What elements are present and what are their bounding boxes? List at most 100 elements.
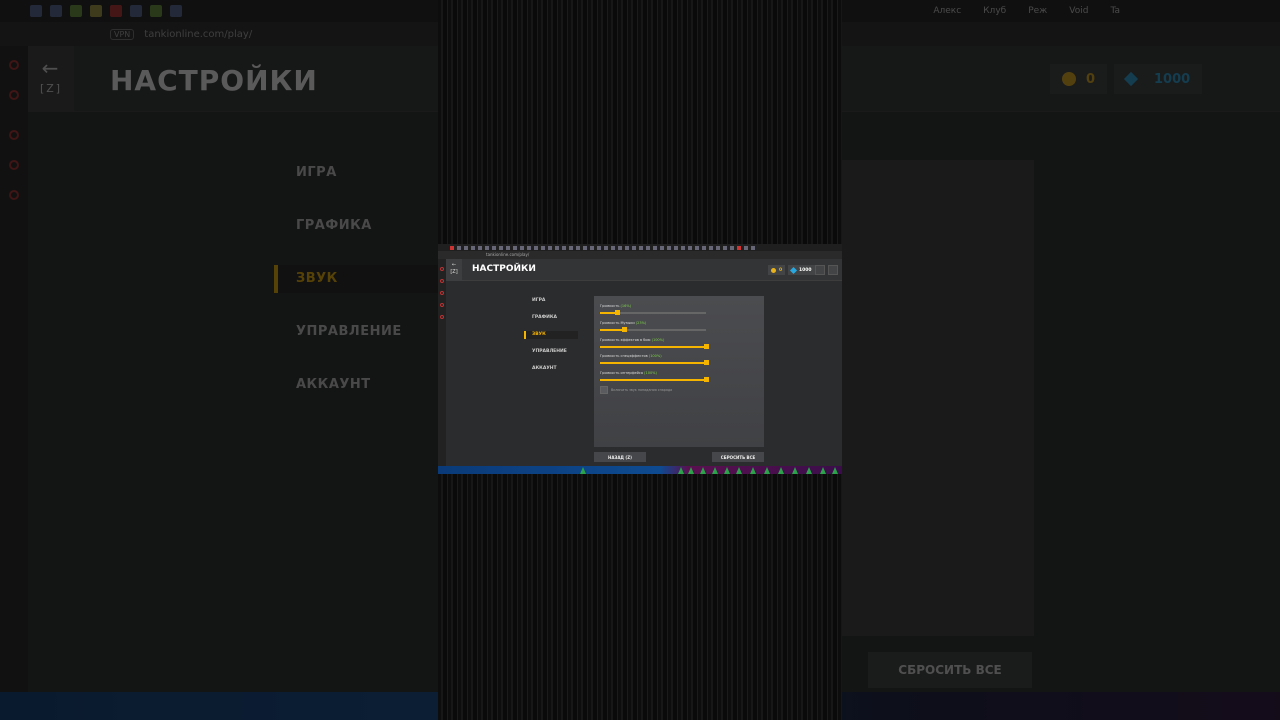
slider-percent: (100%) — [651, 338, 665, 342]
browser-sidebar — [0, 46, 28, 692]
slider-knob[interactable] — [704, 377, 709, 382]
back-z-button[interactable]: НАЗАД (Z) — [594, 452, 646, 462]
reset-all-button[interactable]: СБРОСИТЬ ВСЕ — [868, 652, 1032, 688]
active-menu-indicator — [274, 265, 278, 293]
menu-item-account[interactable]: АККАУНТ — [296, 377, 371, 392]
slider-label-text: Громкость Музыки — [600, 321, 635, 325]
arrow-left-icon: ← — [41, 56, 61, 80]
inner-menu-account[interactable]: АККАУНТ — [532, 366, 557, 371]
tab-favicon[interactable] — [130, 5, 142, 17]
inner-settings-header: ← [Z] НАСТРОЙКИ 0 1000 — [446, 259, 842, 281]
page-title: НАСТРОЙКИ — [110, 64, 318, 97]
menu-item-game[interactable]: ИГРА — [296, 165, 337, 180]
inner-sidebar — [438, 259, 446, 466]
url-text[interactable]: tankionline.com/play/ — [144, 29, 252, 40]
inner-address-bar[interactable]: tankionline.com/play/ — [438, 251, 842, 259]
sidebar-icon[interactable] — [9, 60, 19, 70]
menu-item-graphics[interactable]: ГРАФИКА — [296, 218, 372, 233]
hit-sound-checkbox[interactable] — [600, 386, 608, 394]
inner-reset-all-button[interactable]: СБРОСИТЬ ВСЕ — [712, 452, 764, 462]
crystal-icon — [771, 267, 776, 273]
browser-tab[interactable]: Void — [1069, 6, 1088, 16]
slider-label: Громкость эффектов в бою (100%) — [600, 338, 706, 342]
slider-percent: (100%) — [644, 371, 657, 375]
crystals-value: 0 — [1086, 71, 1096, 87]
slider-percent: (100%) — [648, 354, 662, 358]
special-effects-slider[interactable] — [600, 360, 709, 365]
inner-page-title: НАСТРОЙКИ — [472, 264, 536, 274]
exit-icon[interactable] — [828, 265, 838, 275]
menu-item-controls[interactable]: УПРАВЛЕНИЕ — [296, 324, 402, 339]
tab-favicon[interactable] — [50, 5, 62, 17]
slider-knob[interactable] — [704, 360, 709, 365]
inner-diamonds-value: 1000 — [799, 267, 812, 273]
special-effects-slider-row: Громкость спецэффектов (100%) — [600, 354, 709, 365]
vpn-badge[interactable]: VPN — [110, 28, 135, 40]
sidebar-icon[interactable] — [9, 160, 19, 170]
interface-volume-slider[interactable] — [600, 377, 709, 382]
diamond-icon — [1123, 71, 1139, 87]
slider-fill — [600, 379, 706, 381]
sidebar-icon[interactable] — [9, 130, 19, 140]
diamonds-counter: 1000 — [1114, 64, 1203, 94]
inner-crystals-value: 0 — [779, 267, 783, 273]
inner-diamonds: 1000 — [788, 265, 815, 275]
slider-label: Громкость Музыки (23%) — [600, 321, 706, 325]
slider-label: Громкость спецэффектов (100%) — [600, 354, 706, 358]
tab-favicon[interactable] — [90, 5, 102, 17]
slider-label-text: Громкость спецэффектов — [600, 354, 648, 358]
slider-percent: (16%) — [620, 304, 632, 308]
volume-slider[interactable] — [600, 310, 706, 315]
slider-fill — [600, 362, 706, 364]
crystal-icon — [1062, 72, 1076, 86]
back-key-hint: [Z] — [39, 82, 63, 95]
embedded-screenshot: tankionline.com/play/ ← [Z] НАСТРОЙКИ 0 … — [438, 244, 842, 474]
tab-favicon[interactable] — [170, 5, 182, 17]
inner-menu-game[interactable]: ИГРА — [532, 298, 545, 303]
inner-taskbar — [438, 466, 842, 474]
browser-tab[interactable]: Реж — [1028, 6, 1047, 16]
sidebar-icon[interactable] — [9, 190, 19, 200]
inner-crystals: 0 — [768, 265, 786, 275]
inner-menu-graphics[interactable]: ГРАФИКА — [532, 315, 557, 320]
music-volume-slider[interactable] — [600, 327, 706, 332]
inner-menu-sound[interactable]: ЗВУК — [532, 332, 546, 337]
diamond-icon — [789, 266, 798, 274]
slider-fill — [600, 346, 706, 348]
hit-sound-checkbox-row: Включить звук попадания снаряда — [600, 386, 672, 394]
slider-knob[interactable] — [622, 327, 628, 332]
interface-volume-slider-row: Громкость интерфейса (100%) — [600, 371, 709, 382]
menu-item-sound[interactable]: ЗВУК — [296, 271, 338, 286]
fullscreen-icon[interactable] — [815, 265, 825, 275]
battle-effects-slider-row: Громкость эффектов в бою (100%) — [600, 338, 709, 349]
music-volume-slider-row: Громкость Музыки (23%) — [600, 321, 706, 332]
slider-label: Громкость интерфейса (100%) — [600, 371, 706, 375]
browser-tab[interactable]: Алекс — [933, 6, 961, 16]
settings-panel — [842, 160, 1034, 636]
inner-active-menu-indicator — [524, 331, 526, 339]
slider-knob[interactable] — [614, 310, 620, 315]
slider-label-text: Громкость интерфейса — [600, 371, 643, 375]
sound-settings-panel: Громкость (16%) Громкость Музыки (23%) Г… — [594, 296, 764, 447]
browser-tab-active[interactable]: Ta — [1110, 6, 1120, 16]
inner-menu-controls[interactable]: УПРАВЛЕНИЕ — [532, 349, 567, 354]
browser-tab[interactable]: Клуб — [983, 6, 1006, 16]
battle-effects-slider[interactable] — [600, 344, 709, 349]
slider-label-text: Громкость — [600, 304, 620, 308]
slider-fill — [600, 329, 625, 331]
inner-back-key: [Z] — [450, 269, 458, 275]
inner-tab-bar — [438, 244, 842, 251]
tab-favicon[interactable] — [110, 5, 122, 17]
crystals-counter: 0 — [1050, 64, 1108, 94]
slider-knob[interactable] — [704, 344, 709, 349]
arrow-left-icon: ← — [451, 262, 457, 268]
inner-back-button[interactable]: ← [Z] — [446, 259, 462, 281]
tab-favicon[interactable] — [70, 5, 82, 17]
slider-label: Громкость (16%) — [600, 304, 706, 308]
checkbox-label: Включить звук попадания снаряда — [611, 388, 673, 392]
sidebar-icon[interactable] — [9, 90, 19, 100]
tab-favicon[interactable] — [150, 5, 162, 17]
slider-percent: (23%) — [635, 321, 647, 325]
tab-favicon[interactable] — [30, 5, 42, 17]
back-button[interactable]: ← [Z] — [28, 46, 74, 112]
